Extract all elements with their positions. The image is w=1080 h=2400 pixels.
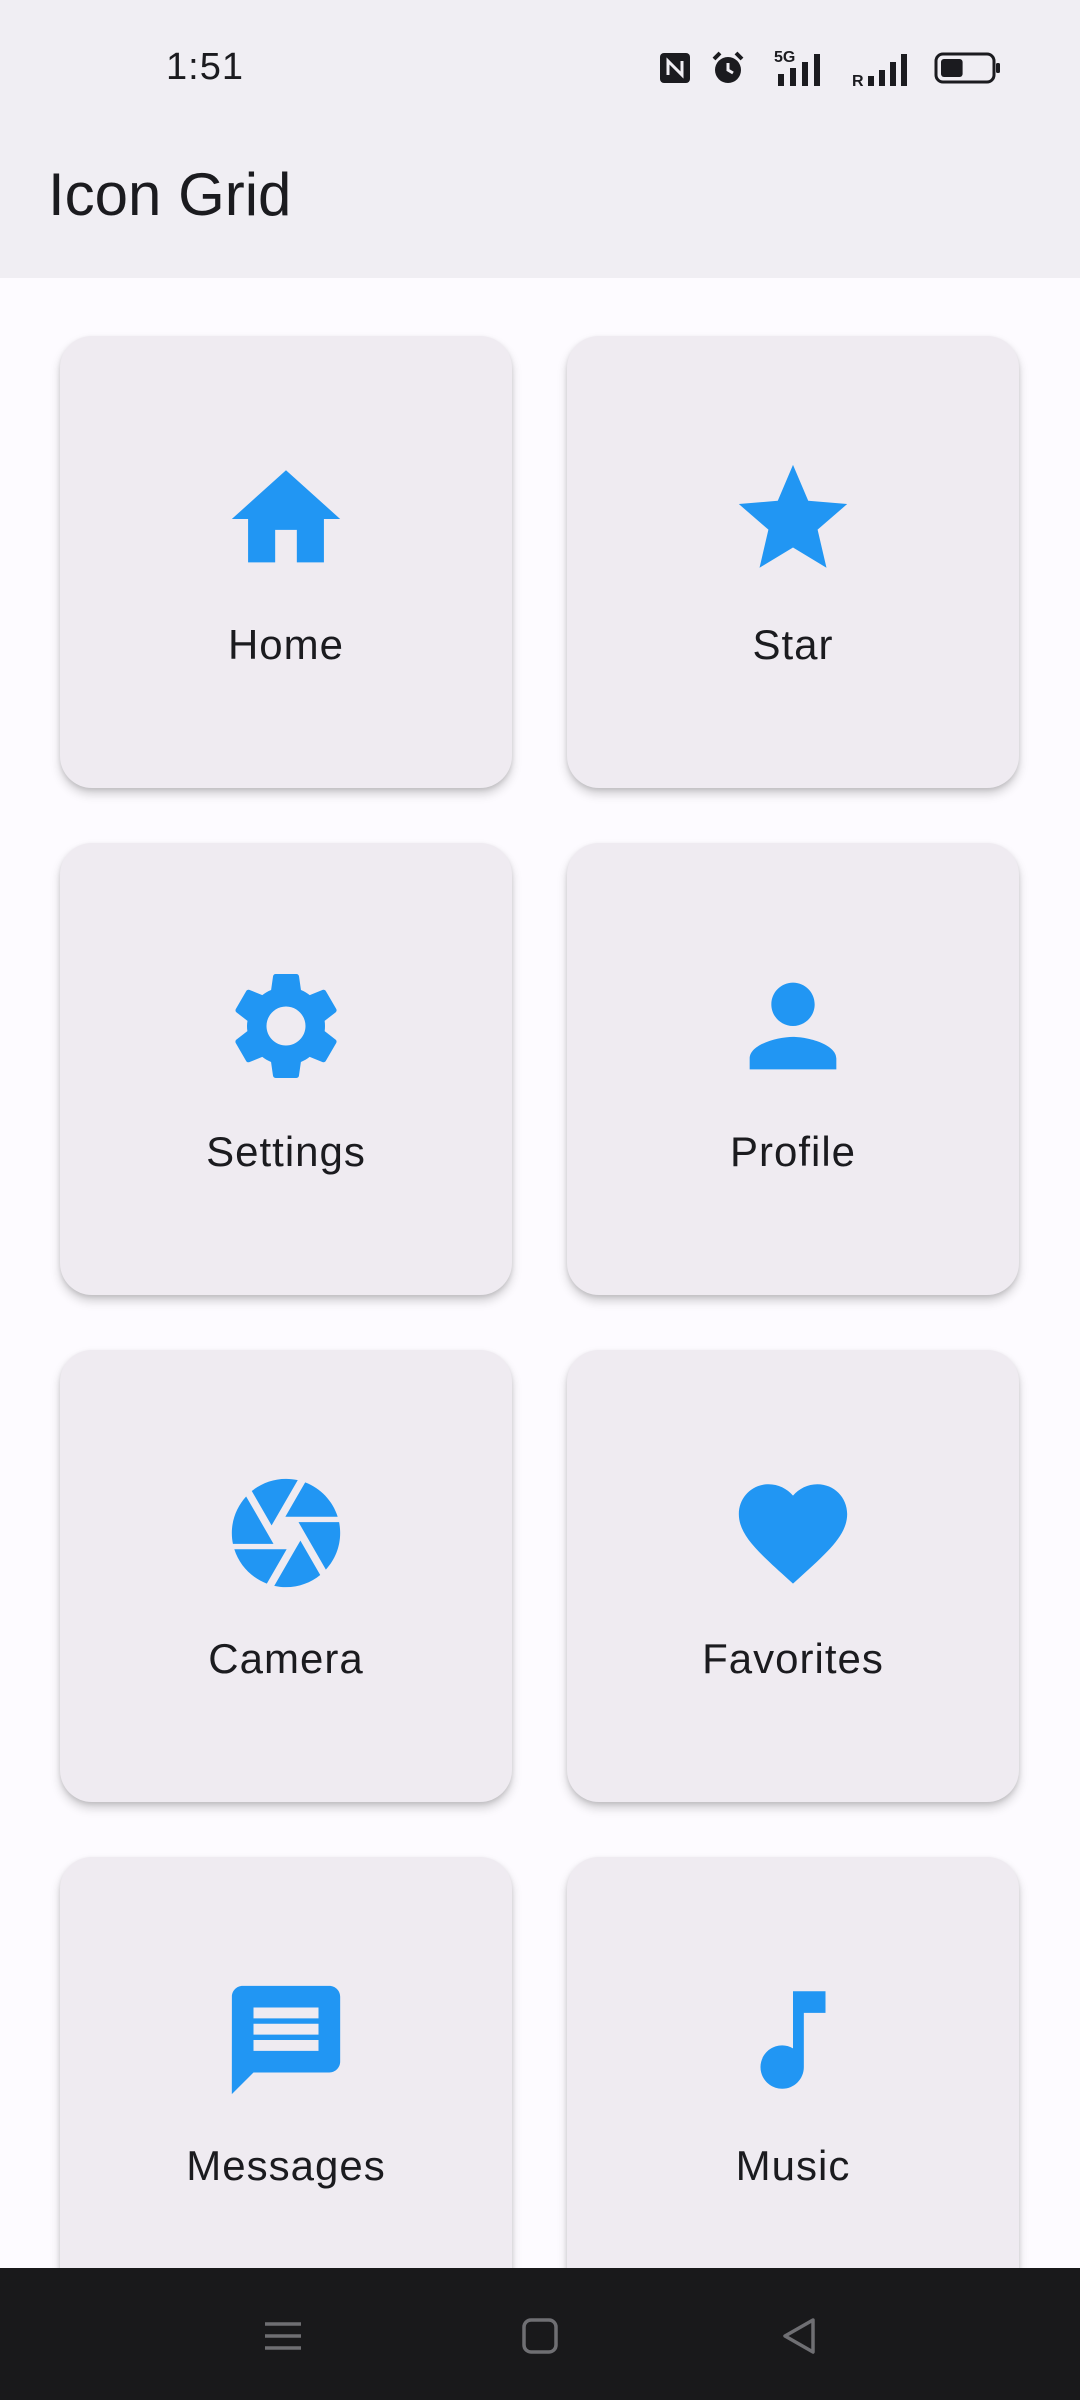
network-label: 5G [774, 49, 795, 66]
status-icons: 5G R [658, 48, 1002, 88]
home-square-icon[interactable] [512, 2308, 568, 2364]
grid-item-label: Profile [729, 1128, 857, 1175]
nfc-icon [660, 53, 690, 83]
grid-item-label: Settings [206, 1128, 366, 1175]
grid-item-label: Star [752, 621, 834, 668]
grid-item-music[interactable]: Music [567, 1857, 1019, 2268]
grid-item-label: Favorites [702, 1635, 884, 1682]
grid-item-label: Camera [208, 1635, 364, 1682]
grid-item-star[interactable]: Star [567, 336, 1019, 788]
home-icon [231, 470, 341, 563]
alarm-icon [712, 51, 744, 83]
grid-item-profile[interactable]: Profile [567, 843, 1019, 1295]
system-nav-bar [0, 2268, 1080, 2400]
grid-item-home[interactable]: Home [60, 336, 512, 788]
settings-icon [235, 974, 337, 1078]
grid-item-label: Messages [186, 2142, 386, 2189]
back-icon[interactable] [771, 2308, 827, 2364]
status-time: 1:51 [166, 46, 244, 88]
message-icon [231, 1985, 341, 2095]
page-title: Icon Grid [48, 161, 292, 228]
camera-icon [231, 1478, 341, 1588]
grid-item-label: Home [227, 621, 345, 668]
icon-grid: Home Star Settings Profile Camera Favori… [0, 278, 1080, 2268]
heart-icon [738, 1484, 848, 1584]
profile-icon [749, 982, 837, 1070]
grid-item-favorites[interactable]: Favorites [567, 1350, 1019, 1802]
star-icon [738, 464, 848, 568]
roaming-label: R [852, 73, 864, 88]
grid-item-label: Music [735, 2142, 851, 2189]
music-icon [760, 1991, 826, 2089]
signal-5g-icon: 5G [774, 49, 820, 86]
grid-item-messages[interactable]: Messages [60, 1857, 512, 2268]
grid-item-camera[interactable]: Camera [60, 1350, 512, 1802]
status-bar: 1:51 5G R [0, 0, 1080, 140]
app-bar: Icon Grid [0, 140, 1080, 278]
menu-icon[interactable] [255, 2308, 311, 2364]
signal-roaming-icon: R [852, 54, 907, 88]
battery-icon [934, 52, 1000, 84]
grid-item-settings[interactable]: Settings [60, 843, 512, 1295]
